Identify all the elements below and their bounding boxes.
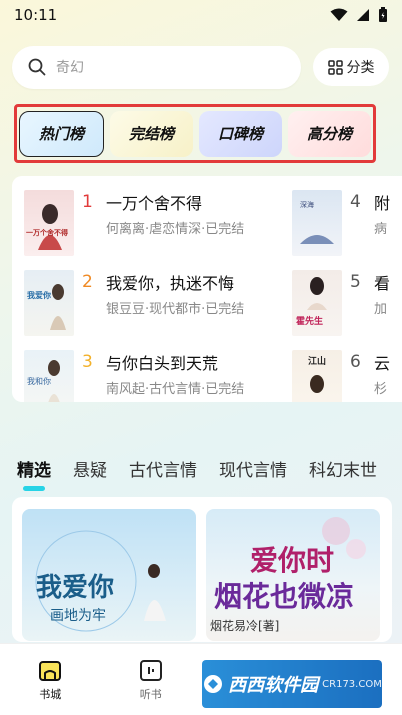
- tab-label: 完结榜: [128, 125, 174, 143]
- tab-label: 听书: [139, 688, 162, 701]
- tab-suspense[interactable]: 悬疑: [73, 456, 107, 481]
- book-title: 一万个舍不得: [106, 194, 203, 213]
- book-title: 云: [374, 354, 391, 373]
- home-icon: [39, 661, 62, 681]
- watermark-logo-icon: [204, 675, 223, 693]
- tab-modern-romance[interactable]: 现代言情: [219, 456, 287, 481]
- list-item[interactable]: 我和你 3 与你白头到天荒 南风起·古代言情·已完结: [24, 350, 244, 402]
- book-title: 看: [374, 274, 391, 293]
- rank-number: 1: [82, 192, 93, 212]
- book-title: 与你白头到天荒: [106, 354, 219, 373]
- category-label: 分类: [346, 60, 375, 76]
- category-button[interactable]: 分类: [313, 48, 389, 86]
- cover-text: 深海: [300, 201, 314, 209]
- search-row: 奇幻 分类: [12, 45, 392, 89]
- book-cover: 我和你: [24, 350, 74, 402]
- book-meta: 银豆豆·现代都市·已完结: [106, 302, 245, 317]
- cover-title-2: 烟花也微凉: [214, 580, 355, 613]
- book-cover: 一万个舍不得: [24, 190, 74, 256]
- cover-art: [38, 204, 62, 250]
- cover-author: 烟花易冷[著]: [210, 619, 280, 633]
- tab-label: 热门榜: [38, 125, 84, 143]
- list-item[interactable]: 深海 4 附 病: [292, 190, 390, 256]
- search-placeholder: 奇幻: [56, 60, 84, 76]
- tab-label: 高分榜: [306, 125, 352, 143]
- tab-finished-rank[interactable]: 完结榜: [110, 110, 193, 157]
- genre-tabs: 精选 悬疑 古代言情 现代言情 科幻末世: [17, 453, 402, 491]
- tab-ancient-romance[interactable]: 古代言情: [129, 456, 197, 481]
- watermark: 西西软件园 CR173.COM: [202, 660, 382, 708]
- book-title: 附: [374, 194, 391, 213]
- tab-scifi[interactable]: 科幻末世: [309, 456, 377, 481]
- grid-icon: [327, 59, 343, 75]
- cover-text: 一万个舍不得: [26, 229, 68, 237]
- book-meta: 加: [374, 302, 388, 317]
- book-cover: 江山: [292, 350, 342, 402]
- status-time: 10:11: [14, 6, 58, 24]
- book-title: 我爱你，执迷不悔: [106, 274, 235, 293]
- rank-number: 3: [82, 352, 93, 372]
- tab-audiobook[interactable]: 听书: [116, 658, 186, 702]
- featured-picks: 我爱你 画地为牢 爱你时 烟花也微凉 烟花易冷[著]: [12, 497, 392, 642]
- status-icons: [330, 7, 388, 23]
- ranking-panel: 一万个舍不得 1 一万个舍不得 何离离·虐恋情深·已完结 我爱你 2 我爱你，执…: [12, 176, 402, 402]
- book-meta: 杉: [374, 382, 388, 397]
- cover-text: 我爱你: [27, 291, 51, 300]
- tab-label: 口碑榜: [217, 125, 263, 143]
- list-item[interactable]: 一万个舍不得 1 一万个舍不得 何离离·虐恋情深·已完结: [24, 190, 244, 256]
- cover-text: 霍先生: [296, 317, 324, 327]
- rank-number: 4: [350, 192, 361, 212]
- status-bar: 10:11: [0, 0, 402, 30]
- cover-art: [50, 284, 66, 330]
- signal-icon: [357, 9, 369, 21]
- cover-title: 爱你时: [250, 544, 335, 577]
- search-input[interactable]: 奇幻: [12, 45, 301, 89]
- tab-high-score-rank[interactable]: 高分榜: [288, 110, 371, 157]
- rank-tabs: 热门榜 完结榜 口碑榜 高分榜: [14, 104, 376, 163]
- tab-reputation-rank[interactable]: 口碑榜: [199, 110, 282, 157]
- tab-hot-rank[interactable]: 热门榜: [19, 110, 104, 157]
- book-cover: 霍先生: [292, 270, 342, 336]
- book-cover: 我爱你: [24, 270, 74, 336]
- audio-icon: [139, 660, 162, 681]
- wifi-icon: [330, 8, 348, 21]
- list-item[interactable]: 霍先生 5 看 加: [292, 270, 390, 336]
- featured-book-card[interactable]: 我爱你 画地为牢: [22, 509, 196, 641]
- list-item[interactable]: 江山 6 云 杉: [292, 350, 390, 402]
- cover-title: 我爱你: [36, 573, 115, 603]
- cover-text: 我和你: [27, 377, 51, 386]
- book-meta: 南风起·古代言情·已完结: [106, 382, 245, 397]
- cover-subtitle: 画地为牢: [50, 608, 106, 624]
- book-meta: 病: [374, 222, 388, 237]
- cover-text: 江山: [308, 357, 327, 367]
- book-cover: 深海: [292, 190, 342, 256]
- rank-number: 2: [82, 272, 93, 292]
- list-item[interactable]: 我爱你 2 我爱你，执迷不悔 银豆豆·现代都市·已完结: [24, 270, 244, 336]
- tab-bookstore[interactable]: 书城: [15, 658, 85, 702]
- tab-featured[interactable]: 精选: [17, 456, 51, 491]
- tab-label: 书城: [39, 688, 62, 701]
- battery-icon: [379, 7, 387, 22]
- book-meta: 何离离·虐恋情深·已完结: [106, 222, 245, 237]
- rank-number: 5: [350, 272, 361, 292]
- watermark-text: 西西软件园: [228, 675, 319, 696]
- watermark-sub: CR173.COM: [322, 678, 382, 690]
- rank-number: 6: [350, 352, 361, 372]
- featured-book-card[interactable]: 爱你时 烟花也微凉 烟花易冷[著]: [206, 509, 380, 641]
- search-icon: [28, 58, 46, 76]
